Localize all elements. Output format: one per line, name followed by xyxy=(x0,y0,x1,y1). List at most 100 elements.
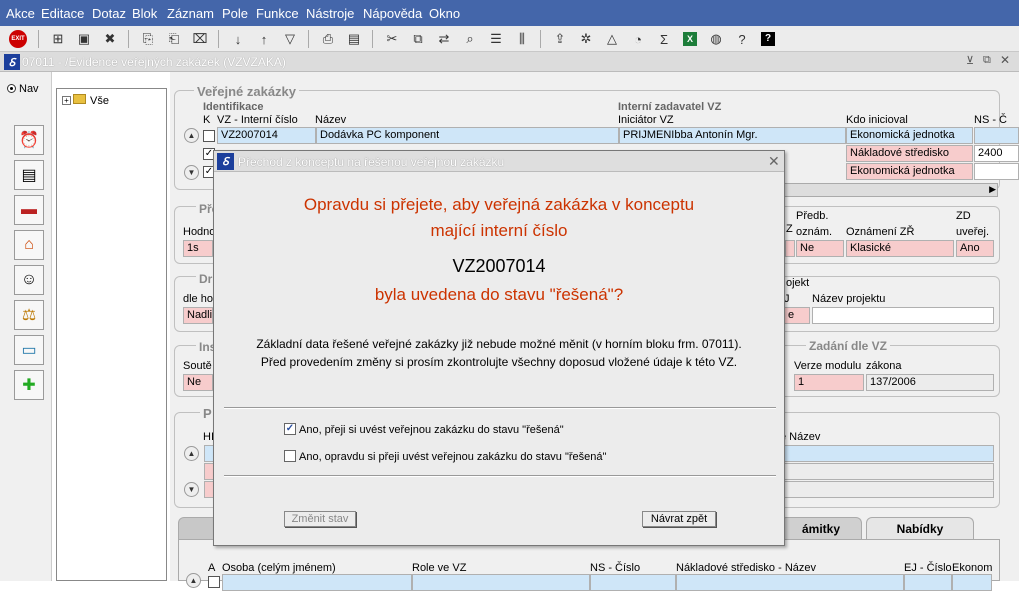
clock-icon[interactable]: ◔ xyxy=(628,29,648,49)
back-button[interactable]: Návrat zpět xyxy=(642,511,716,527)
cut-icon[interactable]: ✂ xyxy=(382,29,402,49)
scales-icon[interactable]: ⚖ xyxy=(14,300,44,330)
excel-icon[interactable]: X xyxy=(680,29,700,49)
oznameni-field[interactable]: Klasické xyxy=(846,240,954,257)
confirm-checkbox-1[interactable]: ✓ xyxy=(284,423,296,435)
paste-icon[interactable]: ⎗ xyxy=(164,29,184,49)
menu-nastroje[interactable]: Nástroje xyxy=(306,6,354,21)
ns-field[interactable]: 2400 xyxy=(974,145,1019,162)
word-icon[interactable]: ◍ xyxy=(706,29,726,49)
sort-asc-icon[interactable]: ↓ xyxy=(228,29,248,49)
ekonom-field[interactable] xyxy=(952,574,992,591)
kdo-inicioval-field[interactable]: Ekonomická jednotka xyxy=(846,127,973,144)
export-icon[interactable]: ⇪ xyxy=(550,29,570,49)
save-icon[interactable]: ▣ xyxy=(74,29,94,49)
move-icon[interactable]: ⇄ xyxy=(434,29,454,49)
nazev2-field[interactable] xyxy=(780,463,994,480)
h-scrollbar[interactable]: ▶ xyxy=(776,183,998,197)
person-icon[interactable]: ☺ xyxy=(14,265,44,295)
menu-akce[interactable]: Akce xyxy=(6,6,35,21)
ej-field[interactable]: e xyxy=(784,307,810,324)
zd-label-1: ZD xyxy=(956,210,971,222)
zakona-field[interactable]: 137/2006 xyxy=(866,374,994,391)
toolbox-icon[interactable]: ▬ xyxy=(14,195,44,225)
nadlim-field[interactable]: Nadlim xyxy=(183,307,213,324)
list-icon[interactable]: ☰ xyxy=(486,29,506,49)
columns-icon[interactable]: ⫼ xyxy=(512,29,532,49)
kdo-inicioval-field[interactable]: Nákladové středisko xyxy=(846,145,973,162)
nazev-projektu-field[interactable] xyxy=(812,307,994,324)
insert-record-icon[interactable]: ⊞ xyxy=(48,29,68,49)
scroll-up-button[interactable]: ▲ xyxy=(184,128,199,143)
delete-record-icon[interactable]: ✖ xyxy=(100,29,120,49)
col-ekonom: Ekonom xyxy=(952,562,993,574)
document-icon[interactable]: ▭ xyxy=(14,335,44,365)
tools-icon[interactable]: ✲ xyxy=(576,29,596,49)
scroll-down-button[interactable]: ▼ xyxy=(184,165,199,180)
row-checkbox[interactable] xyxy=(203,130,215,142)
folder-icon xyxy=(73,94,86,104)
clock-icon[interactable]: ⏰ xyxy=(14,125,44,155)
menu-zaznam[interactable]: Záznam xyxy=(167,6,214,21)
scroll-right-icon[interactable]: ▶ xyxy=(989,184,996,195)
predb-field[interactable]: Ne xyxy=(796,240,844,257)
tree-root-label[interactable]: Vše xyxy=(90,95,109,107)
tab-nabidky[interactable]: Nabídky xyxy=(866,517,974,539)
clipboard-icon[interactable]: ⧉ xyxy=(408,29,428,49)
close-window-icon[interactable]: ✕ xyxy=(1000,53,1010,67)
search-icon[interactable]: ⌕ xyxy=(460,29,480,49)
nazev2-field[interactable] xyxy=(780,481,994,498)
tab-namitky[interactable]: ámitky xyxy=(780,517,862,539)
sort-desc-icon[interactable]: ↑ xyxy=(254,29,274,49)
verze-field[interactable]: 1 xyxy=(794,374,864,391)
print-preview-icon[interactable]: ▤ xyxy=(344,29,364,49)
vz-cislo-field[interactable]: VZ2007014 xyxy=(217,127,316,144)
copy-icon[interactable]: ⎘ xyxy=(138,29,158,49)
confirm-checkbox-2[interactable] xyxy=(284,450,296,462)
menu-napoveda[interactable]: Nápověda xyxy=(363,6,422,21)
predb-label-1: Předb. xyxy=(796,210,829,222)
role-field[interactable] xyxy=(412,574,590,591)
menu-funkce[interactable]: Funkce xyxy=(256,6,299,21)
menu-blok[interactable]: Blok xyxy=(132,6,157,21)
clear-icon[interactable]: ⌧ xyxy=(190,29,210,49)
help-icon[interactable]: ? xyxy=(758,29,778,49)
menu-editace[interactable]: Editace xyxy=(41,6,84,21)
scroll-up-button[interactable]: ▲ xyxy=(184,446,199,461)
ns-cislo-field[interactable] xyxy=(590,574,676,591)
factory-icon[interactable]: ⌂ xyxy=(14,230,44,260)
notebook-icon[interactable]: ▤ xyxy=(14,160,44,190)
kdo-inicioval-field[interactable]: Ekonomická jednotka xyxy=(846,163,973,180)
soutez-field[interactable]: Ne xyxy=(183,374,213,391)
filter-icon[interactable]: ▽ xyxy=(280,29,300,49)
row-checkbox[interactable] xyxy=(208,576,220,588)
minimize-icon[interactable]: ⊻ xyxy=(966,54,974,67)
nazev2-field[interactable] xyxy=(780,445,994,462)
add-document-icon[interactable]: ✚ xyxy=(14,370,44,400)
dialog-close-icon[interactable]: ✕ xyxy=(768,153,780,170)
ns-field[interactable] xyxy=(974,127,1019,144)
iniciator-field[interactable]: PRIJMENIbba Antonín Mgr. xyxy=(619,127,846,144)
change-state-button[interactable]: Změnit stav xyxy=(284,511,356,527)
confirm-dialog: Ꟙ Přechod z konceptu na řešenou veřejnou… xyxy=(213,150,785,546)
menu-okno[interactable]: Okno xyxy=(429,6,460,21)
hodno-field[interactable]: 1s xyxy=(183,240,213,257)
print-icon[interactable]: ⎙ xyxy=(318,29,338,49)
menu-dotaz[interactable]: Dotaz xyxy=(92,6,126,21)
help-context-icon[interactable]: ? xyxy=(732,29,752,49)
restore-icon[interactable]: ⧉ xyxy=(983,54,991,67)
zd-field[interactable]: Ano xyxy=(956,240,994,257)
nazev-field[interactable]: Dodávka PC komponent xyxy=(316,127,619,144)
osoba-field[interactable] xyxy=(222,574,412,591)
z-field[interactable] xyxy=(785,240,795,257)
menu-pole[interactable]: Pole xyxy=(222,6,248,21)
nav-radio[interactable] xyxy=(7,84,16,93)
ns-field[interactable] xyxy=(974,163,1019,180)
sum-icon[interactable]: Σ xyxy=(654,29,674,49)
scroll-down-button[interactable]: ▼ xyxy=(184,482,199,497)
ej-cislo-field[interactable] xyxy=(904,574,952,591)
tree-expand-icon[interactable]: + xyxy=(62,96,71,105)
exit-icon[interactable]: EXIT xyxy=(8,29,28,49)
warning-icon[interactable]: △ xyxy=(602,29,622,49)
stredisko-field[interactable] xyxy=(676,574,904,591)
